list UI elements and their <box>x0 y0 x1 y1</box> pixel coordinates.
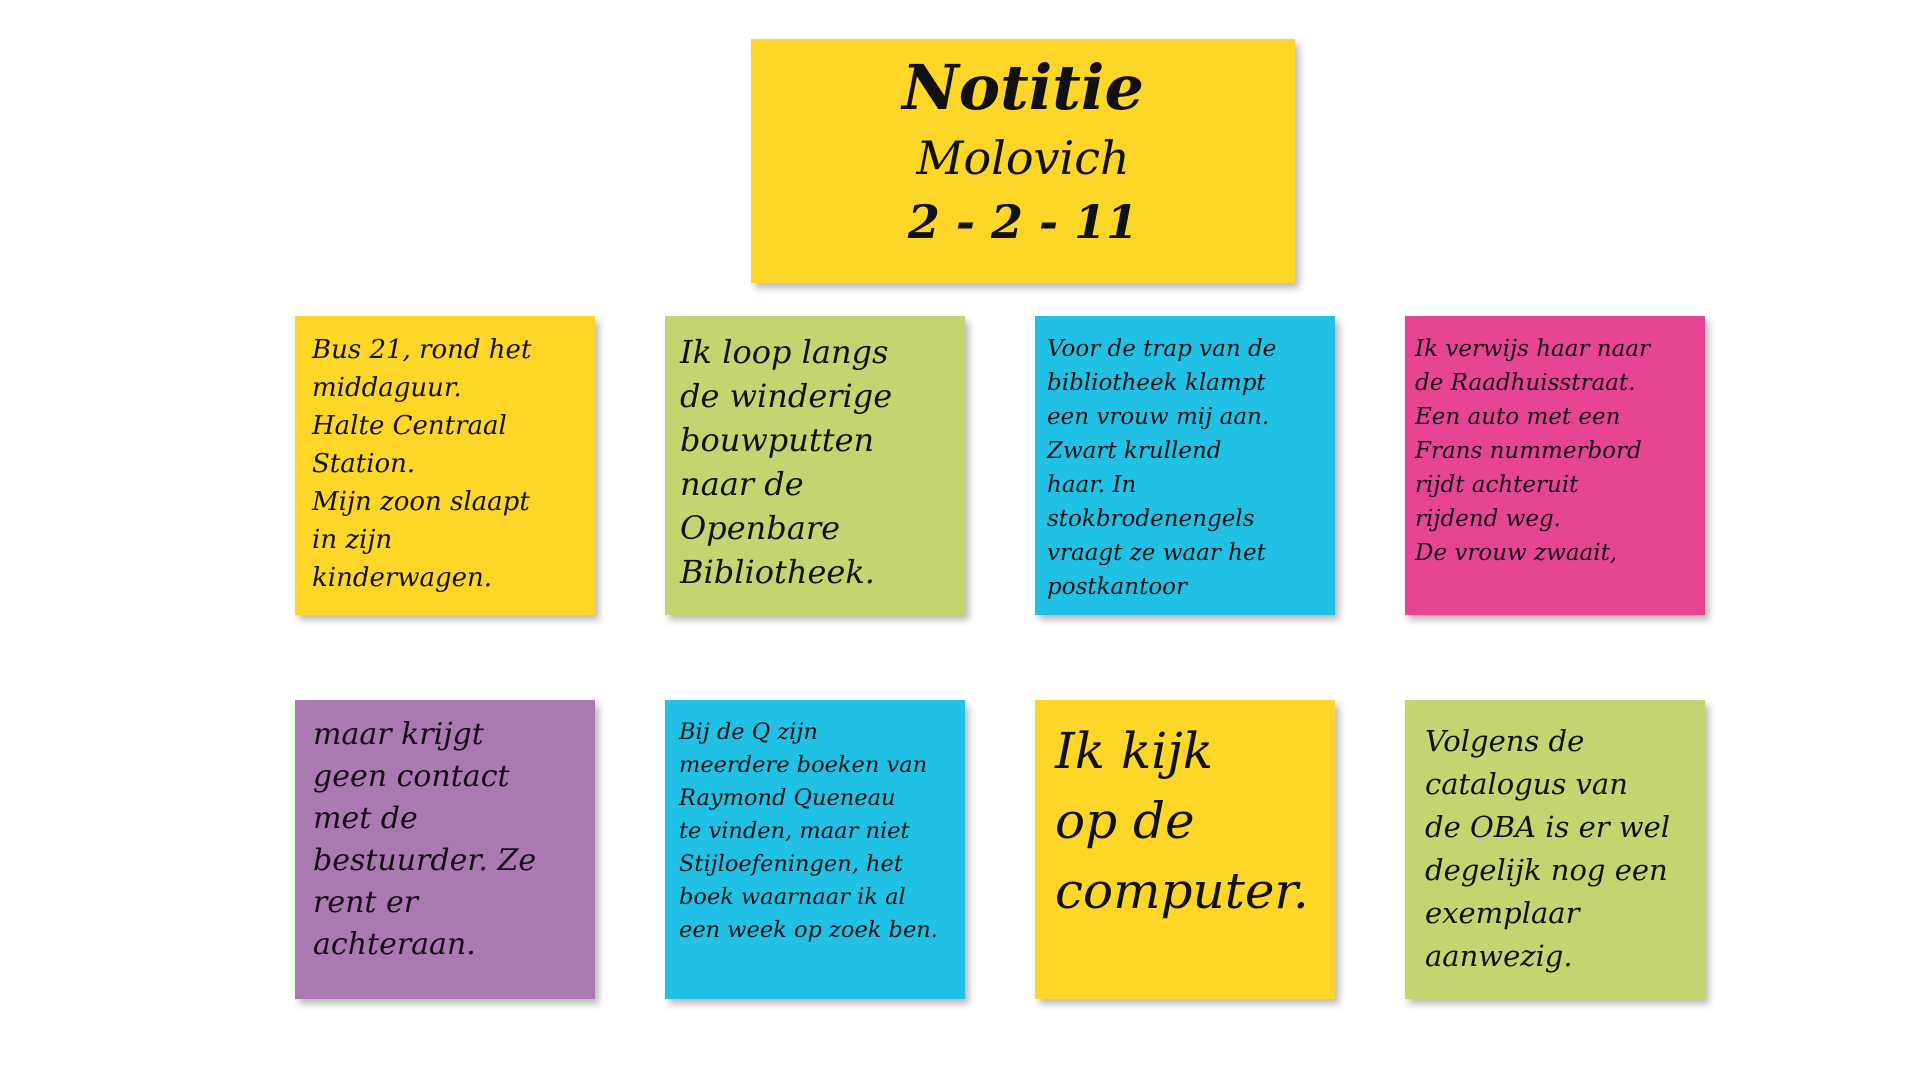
sticky-note-1: Bus 21, rond het middaguur. Halte Centra… <box>295 316 595 615</box>
title-sticky-note: Notitie Molovich 2 - 2 - 11 <box>751 39 1295 283</box>
sticky-note-text: Bus 21, rond het middaguur. Halte Centra… <box>312 335 532 593</box>
sticky-note-4: Ik verwijs haar naar de Raadhuisstraat. … <box>1405 316 1705 615</box>
note-title: Notitie <box>902 51 1144 124</box>
sticky-note-text: Bij de Q zijn meerdere boeken van Raymon… <box>679 719 938 943</box>
note-date: 2 - 2 - 11 <box>907 194 1139 249</box>
sticky-note-text: Voor de trap van de bibliotheek klampt e… <box>1047 336 1277 600</box>
sticky-note-text: maar krijgt geen contact met de bestuurd… <box>313 717 537 962</box>
sticky-note-6: Bij de Q zijn meerdere boeken van Raymon… <box>665 700 965 999</box>
note-author: Molovich <box>916 130 1130 185</box>
sticky-note-7: Ik kijk op de computer. <box>1035 700 1335 999</box>
sticky-note-text: Ik verwijs haar naar de Raadhuisstraat. … <box>1415 336 1650 566</box>
sticky-note-3: Voor de trap van de bibliotheek klampt e… <box>1035 316 1335 615</box>
sticky-note-8: Volgens de catalogus van de OBA is er we… <box>1405 700 1705 999</box>
sticky-note-text: Volgens de catalogus van de OBA is er we… <box>1425 724 1671 973</box>
sticky-note-text: Ik loop langs de winderige bouwputten na… <box>680 333 893 591</box>
sticky-note-2: Ik loop langs de winderige bouwputten na… <box>665 316 965 615</box>
sticky-note-text: Ik kijk op de computer. <box>1055 722 1309 920</box>
sticky-note-5: maar krijgt geen contact met de bestuurd… <box>295 700 595 999</box>
